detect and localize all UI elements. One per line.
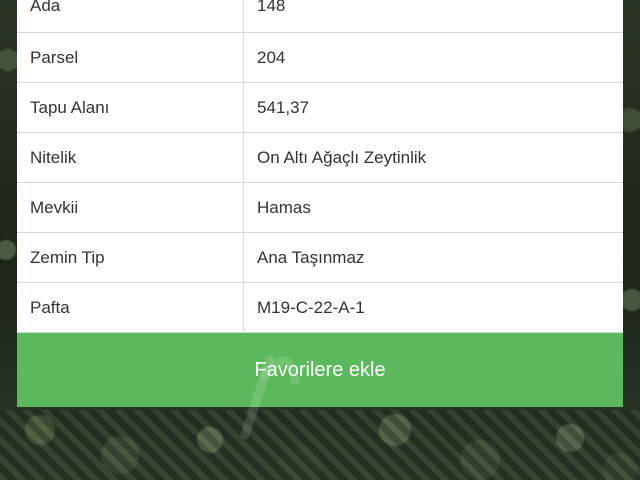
table-row-mevkii: Mevkii Hamas: [17, 183, 623, 233]
row-label: Zemin Tip: [17, 233, 244, 282]
table-row-pafta: Pafta M19-C-22-A-1: [17, 283, 623, 333]
row-value: M19-C-22-A-1: [257, 297, 365, 317]
row-label: Nitelik: [17, 133, 244, 182]
row-value: Hamas: [257, 197, 311, 217]
add-to-favorites-button[interactable]: Favorilere ekle: [17, 333, 623, 407]
row-value: On Altı Ağaçlı Zeytinlik: [257, 147, 427, 167]
table-row-zemin-tip: Zemin Tip Ana Taşınmaz: [17, 233, 623, 283]
row-value: 204: [257, 47, 286, 67]
row-label: Tapu Alanı: [17, 83, 244, 132]
table-row-ada: Ada 148: [17, 0, 623, 33]
row-label: Mevkii: [17, 183, 244, 232]
row-label: Parsel: [17, 33, 244, 82]
table-row-parsel: Parsel 204: [17, 33, 623, 83]
table-row-tapu-alani: Tapu Alanı 541,37: [17, 83, 623, 133]
row-value: Ana Taşınmaz: [257, 247, 365, 267]
parcel-info-table: Ada 148 Parsel 204 Tapu Alanı 541,37 Nit…: [17, 0, 623, 333]
row-label: Pafta: [17, 283, 244, 332]
row-value: 148: [257, 0, 286, 15]
row-label: Ada: [17, 0, 244, 32]
table-row-nitelik: Nitelik On Altı Ağaçlı Zeytinlik: [17, 133, 623, 183]
row-value: 541,37: [257, 97, 309, 117]
